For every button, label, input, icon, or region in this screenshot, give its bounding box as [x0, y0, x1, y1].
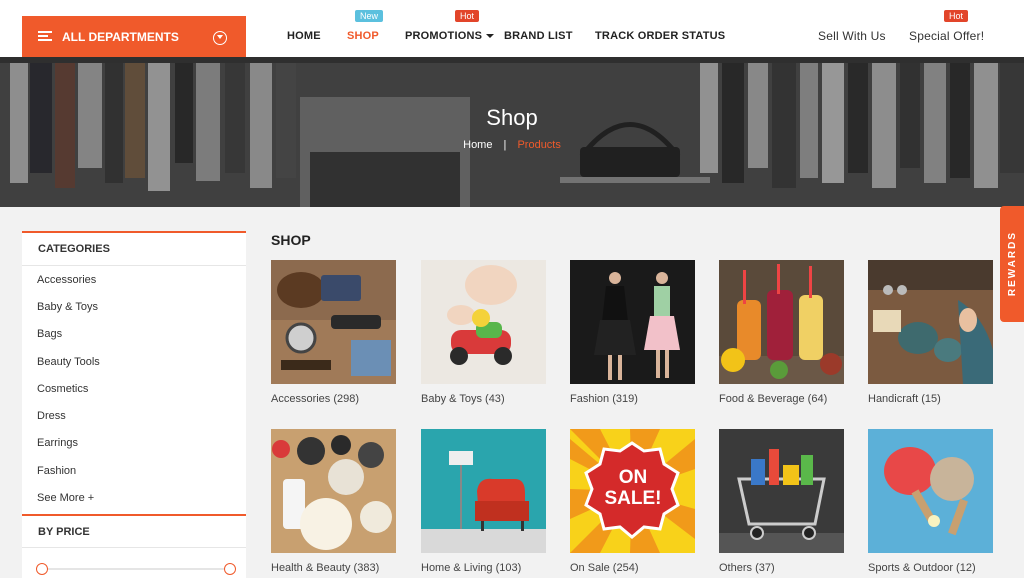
category-item[interactable]: Accessories [22, 266, 246, 293]
hero-banner: Shop Home | Products [0, 57, 1024, 207]
category-card-health-beauty[interactable]: Health & Beauty383 [271, 429, 396, 574]
category-card-sports-outdoor[interactable]: Sports & Outdoor12 [868, 429, 993, 574]
nav-promotions-label: PROMOTIONS [405, 30, 483, 42]
top-nav-bar: ALL DEPARTMENTS HOME New SHOP Hot PROMOT… [0, 0, 1024, 57]
chevron-down-icon [213, 31, 227, 45]
rewards-tab[interactable]: REWARDS [1000, 206, 1024, 322]
rewards-label: REWARDS [1006, 231, 1018, 297]
category-card-baby-toys[interactable]: Baby & Toys43 [421, 260, 546, 405]
see-more-link[interactable]: See More + [22, 484, 246, 511]
price-heading: BY PRICE [22, 514, 246, 548]
on-sale-image: ON SALE! [570, 429, 695, 553]
nav-track-order[interactable]: TRACK ORDER STATUS [595, 30, 725, 42]
nav-promotions[interactable]: PROMOTIONS [405, 30, 495, 42]
category-card-food-beverage[interactable]: Food & Beverage64 [719, 260, 844, 405]
slider-track [42, 568, 230, 570]
category-label: Fashion319 [570, 393, 695, 405]
fashion-image [570, 260, 695, 384]
categories-heading: CATEGORIES [22, 233, 246, 266]
sell-with-us-link[interactable]: Sell With Us [818, 29, 886, 43]
sale-badge-text: ON SALE! [604, 467, 662, 509]
category-label: Food & Beverage64 [719, 393, 844, 405]
accessories-image [271, 260, 396, 384]
slider-min-handle[interactable] [36, 563, 48, 575]
home-living-image [421, 429, 546, 553]
nav-home[interactable]: HOME [287, 30, 321, 42]
page-title: Shop [486, 105, 538, 130]
category-label: Accessories298 [271, 393, 396, 405]
category-item[interactable]: Bags [22, 321, 246, 348]
category-item[interactable]: Beauty Tools [22, 348, 246, 375]
price-range-slider[interactable] [36, 563, 236, 575]
nav-brand-list[interactable]: BRAND LIST [504, 30, 573, 42]
all-departments-label: ALL DEPARTMENTS [62, 29, 179, 44]
breadcrumb-current: Products [517, 139, 561, 151]
category-label: Health & Beauty383 [271, 562, 396, 574]
breadcrumb-separator: | [503, 139, 507, 151]
others-image [719, 429, 844, 553]
breadcrumb: Home | Products [0, 139, 1024, 151]
category-label: On Sale254 [570, 562, 695, 574]
category-card-on-sale[interactable]: ON SALE! On Sale254 [570, 429, 695, 574]
category-card-fashion[interactable]: Fashion319 [570, 260, 695, 405]
category-label: Sports & Outdoor12 [868, 562, 993, 574]
category-item[interactable]: Earrings [22, 430, 246, 457]
all-departments-button[interactable]: ALL DEPARTMENTS [22, 16, 246, 57]
category-label: Baby & Toys43 [421, 393, 546, 405]
breadcrumb-home[interactable]: Home [463, 139, 492, 151]
hot-badge-special-offer: Hot [944, 10, 969, 22]
menu-icon [38, 31, 52, 42]
category-item[interactable]: Baby & Toys [22, 293, 246, 320]
category-label: Home & Living103 [421, 562, 546, 574]
handicraft-image [868, 260, 993, 384]
section-title: SHOP [271, 232, 311, 248]
sidebar: CATEGORIES Accessories Baby & Toys Bags … [22, 231, 246, 578]
new-badge: New [355, 10, 384, 22]
nav-shop[interactable]: SHOP [347, 30, 379, 42]
category-item[interactable]: Cosmetics [22, 375, 246, 402]
category-card-handicraft[interactable]: Handicraft15 [868, 260, 993, 405]
special-offer-link[interactable]: Special Offer! [909, 29, 984, 43]
caret-down-icon [486, 34, 495, 39]
category-list: Accessories Baby & Toys Bags Beauty Tool… [22, 266, 246, 512]
health-beauty-image [271, 429, 396, 553]
category-item[interactable]: Dress [22, 402, 246, 429]
category-card-home-living[interactable]: Home & Living103 [421, 429, 546, 574]
sports-outdoor-image [868, 429, 993, 553]
hot-badge-promotions: Hot [455, 10, 480, 22]
category-card-accessories[interactable]: Accessories298 [271, 260, 396, 405]
category-label: Others37 [719, 562, 844, 574]
food-beverage-image [719, 260, 844, 384]
baby-toys-image [421, 260, 546, 384]
category-label: Handicraft15 [868, 393, 993, 405]
category-item[interactable]: Fashion [22, 457, 246, 484]
category-card-others[interactable]: Others37 [719, 429, 844, 574]
slider-max-handle[interactable] [224, 563, 236, 575]
